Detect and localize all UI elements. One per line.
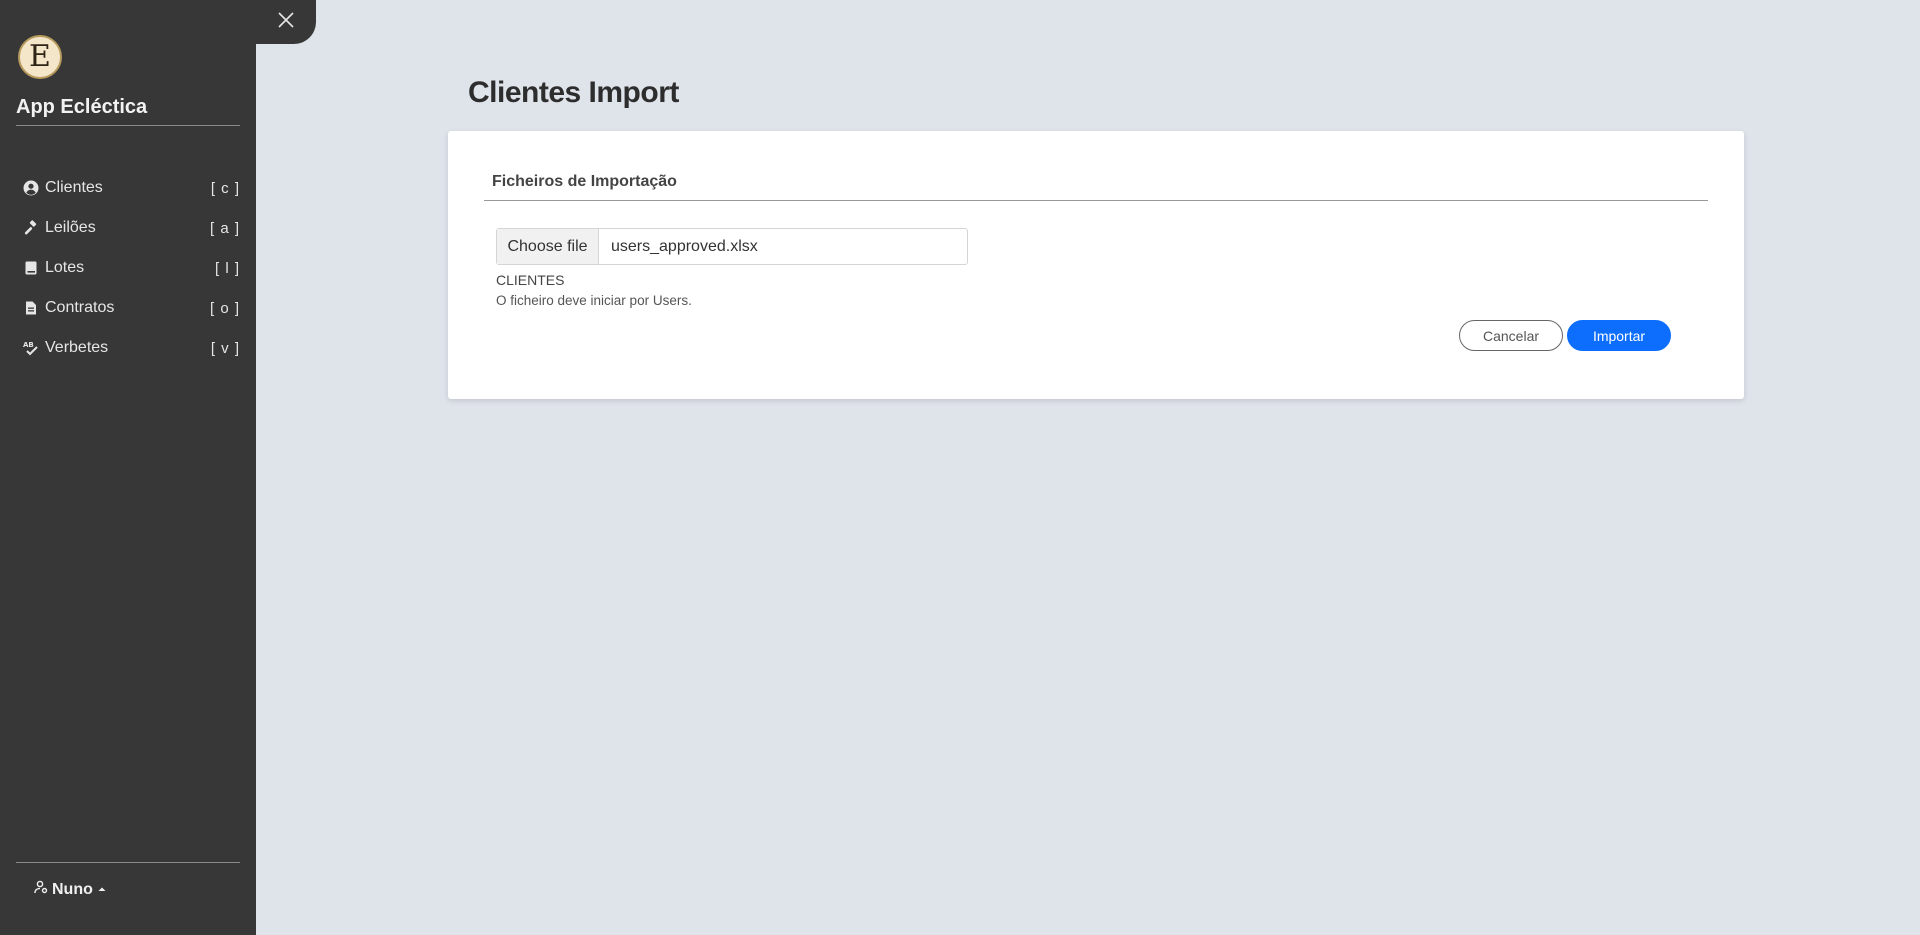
page-title: Clientes Import bbox=[468, 76, 679, 109]
sidebar-item-contratos[interactable]: Contratos [ o ] bbox=[16, 288, 240, 328]
shortcut-hint: [ l ] bbox=[214, 259, 240, 277]
section-label: CLIENTES bbox=[496, 272, 565, 288]
caret-up-icon bbox=[97, 881, 107, 899]
shortcut-hint: [ v ] bbox=[210, 339, 240, 357]
sidebar-item-clientes[interactable]: Clientes [ c ] bbox=[16, 168, 240, 208]
app-logo: E bbox=[18, 35, 62, 79]
import-button[interactable]: Importar bbox=[1567, 320, 1671, 351]
choose-file-button[interactable]: Choose file bbox=[497, 229, 599, 264]
sidebar-item-leiloes[interactable]: Leilões [ a ] bbox=[16, 208, 240, 248]
sidebar-item-lotes[interactable]: Lotes [ l ] bbox=[16, 248, 240, 288]
user-menu[interactable]: Nuno bbox=[34, 880, 107, 899]
document-icon bbox=[23, 300, 39, 316]
sidebar-nav: Clientes [ c ] Leilões [ a ] Lotes [ l ] bbox=[16, 168, 240, 368]
sidebar-item-label: Leilões bbox=[45, 219, 96, 236]
logo-letter: E bbox=[29, 39, 51, 74]
sidebar-item-label: Contratos bbox=[45, 299, 115, 316]
file-hint: O ficheiro deve iniciar por Users. bbox=[496, 293, 692, 308]
sidebar-item-label: Lotes bbox=[45, 259, 85, 276]
sidebar-item-label: Clientes bbox=[45, 179, 103, 196]
cancel-button[interactable]: Cancelar bbox=[1459, 320, 1563, 351]
book-icon bbox=[23, 260, 39, 276]
app-title: App Ecléctica bbox=[16, 96, 240, 126]
selected-file-name: users_approved.xlsx bbox=[611, 237, 758, 255]
sidebar-item-verbetes[interactable]: AB Verbetes [ v ] bbox=[16, 328, 240, 368]
file-input[interactable]: Choose file users_approved.xlsx bbox=[496, 228, 968, 265]
shortcut-hint: [ o ] bbox=[209, 299, 240, 317]
close-icon bbox=[277, 11, 295, 34]
sidebar-item-label: Verbetes bbox=[45, 339, 109, 356]
sidebar: E App Ecléctica Clientes [ c ] Leilões [… bbox=[0, 0, 256, 935]
user-gear-icon bbox=[34, 880, 48, 899]
gavel-icon bbox=[23, 220, 39, 236]
card-header: Ficheiros de Importação bbox=[484, 173, 1708, 201]
sidebar-divider bbox=[16, 862, 240, 863]
spellcheck-icon: AB bbox=[23, 340, 39, 356]
user-name: Nuno bbox=[52, 880, 93, 898]
close-sidebar-button[interactable] bbox=[256, 0, 316, 44]
shortcut-hint: [ c ] bbox=[210, 179, 240, 197]
import-card: Ficheiros de Importação Choose file user… bbox=[448, 131, 1744, 399]
shortcut-hint: [ a ] bbox=[209, 219, 240, 237]
user-circle-icon bbox=[23, 180, 39, 196]
svg-text:AB: AB bbox=[23, 341, 34, 349]
